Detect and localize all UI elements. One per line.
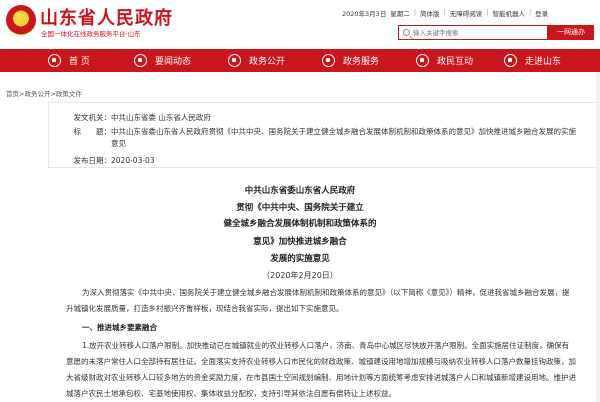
divider: | (528, 8, 532, 16)
disclosure-icon (228, 54, 241, 67)
main-nav: 首 页 要闻动态 政务公开 政务服务 政民互动 走进山东 (0, 49, 600, 72)
nav-item-home[interactable]: 首 页 (48, 49, 90, 72)
nav-item-label: 首 页 (69, 57, 90, 67)
breadcrumb[interactable]: 首页>政务公开>政策文件 (6, 88, 82, 98)
accessibility-link[interactable]: 无障碍阅读 (450, 8, 483, 18)
shandong-icon (504, 54, 517, 67)
body-paragraph: 1.放开农业转移人口落户限制。加快推动已在城镇就业的农业转移人口落户，济南、青岛… (66, 341, 576, 398)
issuer-label: 发文机关： (73, 113, 112, 122)
nav-item-label: 政务服务 (343, 57, 380, 67)
nav-item-label: 走进山东 (525, 57, 562, 67)
site-subtitle: 全国一体化在线政务服务平台·山东 (41, 30, 141, 38)
date-label: 发布日期： (73, 156, 112, 165)
search-box (398, 25, 548, 40)
nav-item-label: 要闻动态 (155, 57, 192, 67)
one-stop-service-button[interactable]: 一网通办 (548, 25, 594, 40)
nav-item-label: 政务公开 (249, 57, 286, 67)
title-row: 标 题：中共山东省委山东省人民政府贯彻《中共中央、国务院关于建立健全城乡融合发展… (49, 126, 589, 150)
interaction-icon (416, 54, 429, 67)
national-emblem-icon: ★ (6, 5, 36, 35)
article-date: （2020年2月20日） (262, 271, 338, 280)
simplified-link[interactable]: 简体版 (420, 8, 440, 18)
nav-item-interaction[interactable]: 政民互动 (416, 49, 473, 72)
news-icon (134, 54, 147, 67)
nav-item-disclosure[interactable]: 政务公开 (228, 49, 285, 72)
top-links: 2020年3月3日 星期二 | 简体版 | 无障碍阅读 | 智能机器人 | 登录 (342, 8, 548, 18)
nav-item-service[interactable]: 政务服务 (322, 49, 379, 72)
login-link[interactable]: 登录 (535, 8, 548, 18)
issuer-value: 中共山东省委 山东省人民政府 (111, 113, 211, 122)
divider: | (443, 8, 446, 16)
current-weekday: 星期二 (390, 10, 410, 18)
search-input[interactable] (413, 27, 545, 38)
home-icon (48, 54, 61, 67)
divider: | (486, 8, 489, 16)
document-info-box: 发文机关：中共山东省委 山东省人民政府 标 题：中共山东省委山东省人民政府贯彻《… (48, 102, 600, 168)
article-title-line: 贯彻《中共中央、国务院关于建立 (236, 203, 364, 213)
date-value: 2020-03-03 (111, 156, 155, 165)
title-value: 中共山东省委山东省人民政府贯彻《中共中央、国务院关于建立健全城乡融合发展体制机制… (111, 127, 576, 148)
issuer-row: 发文机关：中共山东省委 山东省人民政府 (49, 112, 211, 123)
article-title-line: 健全城乡融合发展体制机制和政策体系的 (223, 219, 377, 229)
title-label: 标 题： (73, 127, 112, 136)
article-title-line: 意见》加快推进城乡融合 (253, 237, 347, 247)
current-date: 2020年3月3日 (342, 10, 387, 18)
section-heading: 一、推进城乡要素融合 (82, 323, 157, 332)
site-title[interactable]: 山东省人民政府 (40, 4, 173, 30)
search-icon (403, 29, 410, 36)
article-title-line: 中共山东省委山东省人民政府 (244, 186, 356, 196)
nav-item-label: 政民互动 (437, 57, 474, 67)
article-title-line: 发展的实施意见 (270, 254, 330, 264)
site-header: ★ 山东省人民政府 全国一体化在线政务服务平台·山东 2020年3月3日 星期二… (0, 0, 600, 46)
nav-item-shandong[interactable]: 走进山东 (504, 49, 561, 72)
date-row: 发布日期：2020-03-03 (49, 155, 155, 166)
divider: | (413, 8, 417, 16)
service-icon (322, 54, 335, 67)
scrollbar[interactable] (596, 72, 600, 402)
nav-item-news[interactable]: 要闻动态 (134, 49, 191, 72)
intro-paragraph: 为深入贯彻落实《中共中央、国务院关于建立健全城乡融合发展体制机制和政策体系的意见… (66, 288, 570, 313)
chatbot-link[interactable]: 智能机器人 (492, 8, 525, 18)
